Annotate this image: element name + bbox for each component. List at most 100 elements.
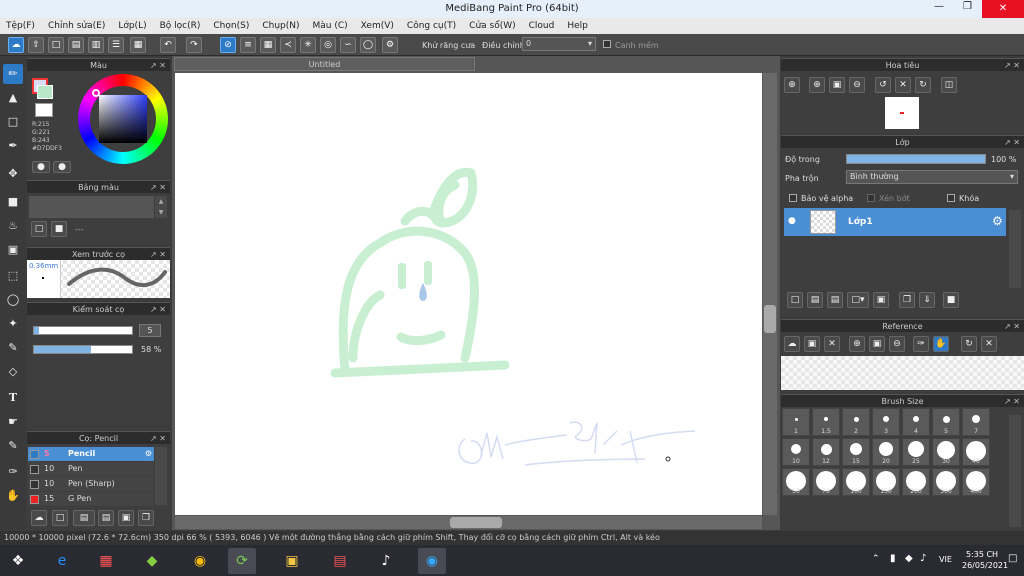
hue-wheel[interactable]: [78, 74, 168, 164]
brush-list-scroll[interactable]: [155, 447, 167, 505]
gear-icon[interactable]: ⚙: [992, 214, 1003, 228]
adjust-dropdown[interactable]: 0 ▾: [522, 37, 596, 51]
menu-filter[interactable]: Bộ lọc(R): [160, 21, 201, 31]
gradient-tool-icon[interactable]: ▣: [3, 240, 23, 260]
eraser-tool-icon[interactable]: ▲: [3, 88, 23, 108]
select-pen-icon[interactable]: ✎: [3, 338, 23, 358]
hue-handle[interactable]: [92, 89, 100, 97]
parallel-snap-icon[interactable]: ≡: [240, 37, 256, 53]
dot-tool-icon[interactable]: □: [3, 112, 23, 132]
slides-icon[interactable]: ▤: [326, 548, 354, 574]
menu-edit[interactable]: Chỉnh sửa(E): [48, 21, 105, 31]
settings-icon[interactable]: ⚙: [382, 37, 398, 53]
brush-size-cell[interactable]: 300: [932, 468, 960, 496]
brush-item-pen[interactable]: 10 Pen: [28, 462, 154, 476]
layer-row[interactable]: ● Lớp1 ⚙: [784, 208, 1006, 236]
circle-snap-icon[interactable]: ◎: [320, 37, 336, 53]
lasso-tool-icon[interactable]: ◯: [3, 290, 23, 310]
select-eraser-icon[interactable]: ◇: [3, 362, 23, 382]
tray-chevron-icon[interactable]: ⌃: [872, 554, 880, 564]
brush-size-cell[interactable]: 12: [812, 438, 840, 466]
brush-item-pencil[interactable]: 5 Pencil ⚙: [28, 447, 154, 461]
zoom-in-icon[interactable]: ⊕: [849, 336, 865, 352]
menu-help[interactable]: Help: [567, 21, 588, 31]
menu-layer[interactable]: Lớp(L): [118, 21, 146, 31]
menu-color[interactable]: Màu (C): [313, 21, 348, 31]
edge-checkbox[interactable]: [603, 40, 611, 48]
menu-window[interactable]: Cửa sổ(W): [469, 21, 515, 31]
pen-tool-icon[interactable]: ✒: [3, 136, 23, 156]
brush-size-cell[interactable]: 30: [932, 438, 960, 466]
brush-size-cell[interactable]: 1.5: [812, 408, 840, 436]
transparent-color[interactable]: [35, 103, 53, 117]
blend-mode-dropdown[interactable]: Bình thường ▾: [846, 170, 1018, 184]
close-reference-icon[interactable]: ✕: [824, 336, 840, 352]
grid-icon[interactable]: ▦: [130, 37, 146, 53]
fit-icon[interactable]: ▣: [869, 336, 885, 352]
color-add-icon[interactable]: ●: [53, 161, 71, 173]
list-icon[interactable]: ☰: [108, 37, 124, 53]
language-indicator[interactable]: VIE: [939, 555, 952, 564]
bluestacks-icon[interactable]: ◆: [138, 548, 166, 574]
brush-item-g-pen[interactable]: 15 G Pen: [28, 492, 154, 506]
duplicate-layer-icon[interactable]: ❐: [899, 292, 915, 308]
hand-icon[interactable]: ✋: [933, 336, 949, 352]
restore-icon[interactable]: ❐: [963, 1, 972, 12]
background-color[interactable]: [37, 85, 53, 99]
ie-icon[interactable]: e: [48, 548, 76, 574]
flip-icon[interactable]: ◫: [941, 77, 957, 93]
layer-opacity-slider[interactable]: [846, 154, 986, 164]
cloud-icon[interactable]: ☁: [784, 336, 800, 352]
palette-list[interactable]: [29, 196, 154, 218]
app-grid-icon[interactable]: ▦: [92, 548, 120, 574]
eye-icon[interactable]: ●: [788, 216, 796, 226]
curve-snap-icon[interactable]: ∽: [340, 37, 356, 53]
redo-icon[interactable]: ↷: [186, 37, 202, 53]
notification-icon[interactable]: □: [1008, 553, 1017, 564]
layer-scroll[interactable]: [1009, 210, 1021, 288]
new-8bit-layer-icon[interactable]: ▤: [827, 292, 843, 308]
menu-cloud[interactable]: Cloud: [529, 21, 555, 31]
medibang-icon[interactable]: ◉: [418, 548, 446, 574]
menu-tools[interactable]: Công cụ(T): [407, 21, 456, 31]
brush-tool-icon[interactable]: ✏: [3, 64, 23, 84]
menu-snap[interactable]: Chụp(N): [262, 21, 299, 31]
palette-add-icon[interactable]: □: [31, 221, 47, 237]
ring-snap-icon[interactable]: ◯: [360, 37, 376, 53]
text-tool-icon[interactable]: T: [3, 388, 23, 408]
app-icon[interactable]: ⟳: [228, 548, 256, 574]
folder-icon[interactable]: ▣: [873, 292, 889, 308]
brush-size-cell[interactable]: 10: [782, 438, 810, 466]
brush-size-cell[interactable]: 2: [842, 408, 870, 436]
brush-size-cell[interactable]: 200: [902, 468, 930, 496]
menu-file[interactable]: Tệp(F): [6, 21, 35, 31]
volume-icon[interactable]: ♪: [920, 553, 926, 564]
reset-view-icon[interactable]: ✕: [895, 77, 911, 93]
windows-start-icon[interactable]: ❖: [4, 548, 32, 574]
brush-size-cell[interactable]: 15: [842, 438, 870, 466]
brush-copy-icon[interactable]: ▤: [98, 510, 114, 526]
brush-size-cell[interactable]: 3: [872, 408, 900, 436]
eyedropper-icon[interactable]: ✑: [913, 336, 929, 352]
color-mode-icon[interactable]: ●: [32, 161, 50, 173]
duplicate-icon[interactable]: ❐: [138, 510, 154, 526]
brush-add-icon[interactable]: ▤: [73, 510, 95, 526]
shape-tool-icon[interactable]: ■: [3, 192, 23, 212]
vertical-scroll-thumb[interactable]: [764, 305, 776, 333]
clock[interactable]: 5:35 CH 26/05/2021: [962, 549, 1008, 571]
cloud-icon[interactable]: ☁: [8, 37, 24, 53]
cross-snap-icon[interactable]: ▦: [260, 37, 276, 53]
zoom-in-icon[interactable]: ⊕: [809, 77, 825, 93]
menu-view[interactable]: Xem(V): [361, 21, 394, 31]
brush-size-cell[interactable]: 25: [902, 438, 930, 466]
brush-size-cell[interactable]: 4: [902, 408, 930, 436]
divide-tool-icon[interactable]: ✎: [3, 436, 23, 456]
brush-size-cell[interactable]: 20: [872, 438, 900, 466]
fit-icon[interactable]: ▣: [829, 77, 845, 93]
chrome-icon[interactable]: ◉: [186, 548, 214, 574]
vertical-scrollbar[interactable]: [763, 73, 777, 515]
trash-icon[interactable]: ■: [51, 221, 67, 237]
zoom-out-icon[interactable]: ⊖: [849, 77, 865, 93]
brush-item-pen-sharp[interactable]: 10 Pen (Sharp): [28, 477, 154, 491]
move-tool-icon[interactable]: ✥: [3, 164, 23, 184]
